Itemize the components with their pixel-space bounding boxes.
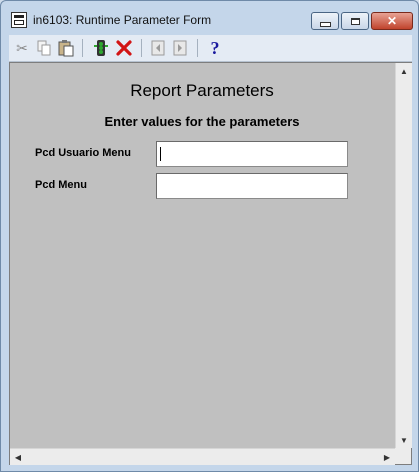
pcd-usuario-menu-input[interactable] xyxy=(156,141,348,167)
field-label-pcd-usuario-menu: Pcd Usuario Menu xyxy=(35,147,131,159)
maximize-button[interactable] xyxy=(341,12,369,30)
minimize-icon xyxy=(319,21,331,27)
toolbar-separator xyxy=(197,39,198,57)
app-icon xyxy=(11,12,27,28)
toolbar: ✂ ? xyxy=(9,35,412,62)
paste-icon[interactable] xyxy=(57,38,75,58)
maximize-icon xyxy=(350,17,360,25)
scroll-up-icon[interactable]: ▲ xyxy=(396,63,412,79)
close-icon: ✕ xyxy=(386,14,398,28)
title-bar[interactable]: in6103: Runtime Parameter Form ✕ xyxy=(1,1,418,35)
first-page-icon[interactable] xyxy=(149,38,167,58)
form-subtitle: Enter values for the parameters xyxy=(104,114,300,129)
scroll-left-icon[interactable]: ◀ xyxy=(10,449,26,465)
scroll-right-icon[interactable]: ▶ xyxy=(379,449,395,465)
window-title: in6103: Runtime Parameter Form xyxy=(33,13,212,27)
copy-icon[interactable] xyxy=(35,38,53,58)
close-button[interactable]: ✕ xyxy=(371,12,413,30)
prev-page-icon[interactable] xyxy=(171,38,189,58)
horizontal-scrollbar[interactable]: ◀ ▶ xyxy=(10,448,395,465)
toolbar-separator xyxy=(82,39,83,57)
form-title: Report Parameters xyxy=(130,81,274,100)
field-label-pcd-menu: Pcd Menu xyxy=(35,179,87,191)
runtime-parameter-window: in6103: Runtime Parameter Form ✕ ✂ ? Rep… xyxy=(0,0,419,472)
traffic-light-icon[interactable] xyxy=(92,38,110,58)
vertical-scrollbar[interactable]: ▲ ▼ xyxy=(395,63,412,448)
help-icon[interactable]: ? xyxy=(206,38,224,58)
form-area: Report Parameters Enter values for the p… xyxy=(9,62,412,465)
scissors-icon[interactable]: ✂ xyxy=(13,38,31,58)
pcd-menu-input[interactable] xyxy=(156,173,348,199)
minimize-button[interactable] xyxy=(311,12,339,30)
toolbar-separator xyxy=(141,39,142,57)
delete-x-icon[interactable] xyxy=(115,38,133,58)
scroll-down-icon[interactable]: ▼ xyxy=(396,432,412,448)
scroll-corner xyxy=(395,448,411,464)
